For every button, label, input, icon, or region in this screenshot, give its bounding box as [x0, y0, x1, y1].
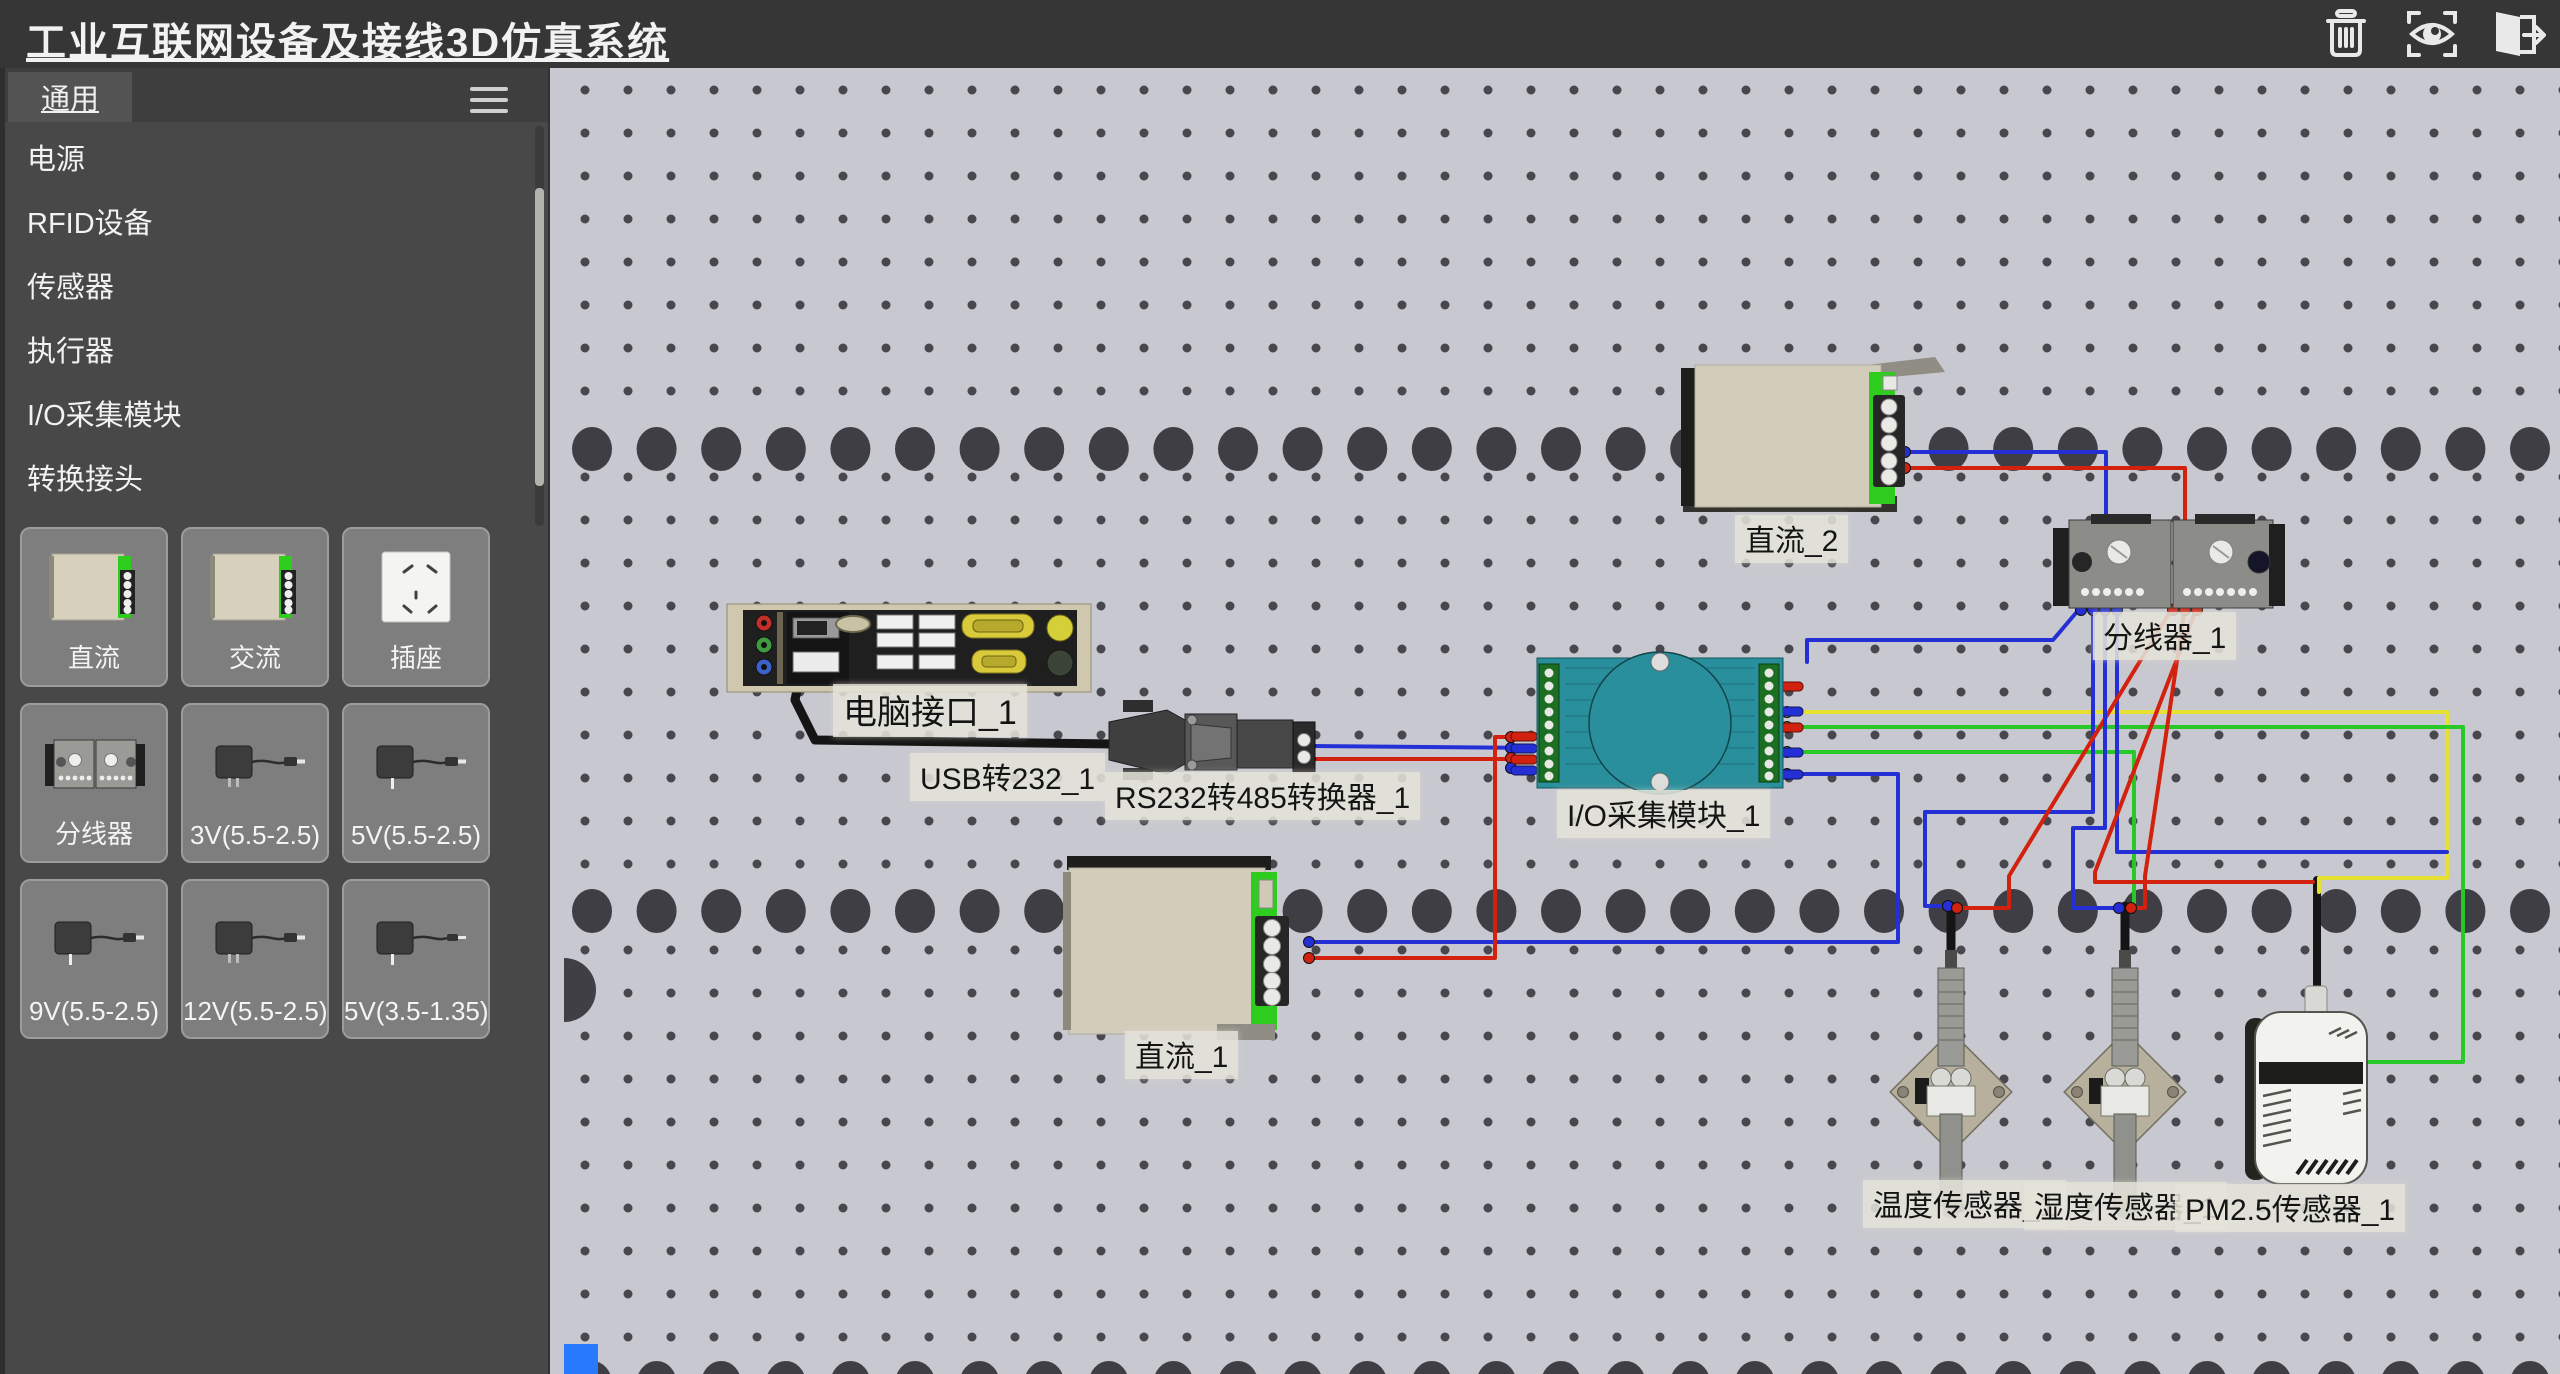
audio-jacks [756, 615, 772, 675]
app-window: 工业互联网设备及接线3D仿真系统 [0, 0, 2560, 1374]
component-card-3v[interactable]: 3V(5.5-2.5) [181, 703, 329, 863]
device-rs232-485-converter[interactable] [1109, 700, 1315, 780]
round-connector [1047, 650, 1073, 676]
connector-red[interactable] [1304, 953, 1315, 964]
device-label-rs485: RS232转485转换器_1 [1105, 772, 1420, 820]
adapter-icon [22, 891, 166, 991]
device-label-dc1: 直流_1 [1125, 1031, 1238, 1079]
connector-red[interactable] [2126, 903, 2137, 914]
adapter-icon [344, 891, 488, 991]
device-label-dc2: 直流_2 [1735, 515, 1848, 563]
component-grid: 直流 交流 [20, 527, 540, 1039]
device-dc1[interactable] [1063, 856, 1289, 1040]
component-label: 直流 [22, 638, 166, 675]
adapter-icon [183, 891, 327, 991]
adapter-icon [183, 715, 327, 815]
sidebar-scrollbar[interactable] [535, 126, 544, 526]
component-label: 交流 [183, 638, 327, 675]
sidebar-collapse-handle[interactable] [564, 958, 596, 1022]
wire-temp-wire-blue[interactable] [1925, 607, 2093, 906]
top-bar: 工业互联网设备及接线3D仿真系统 [0, 0, 2560, 68]
tab-general[interactable]: 通用 [8, 72, 132, 122]
connector-blue[interactable] [2114, 903, 2125, 914]
trash-icon [2320, 8, 2372, 60]
component-label: 9V(5.5-2.5) [22, 996, 166, 1027]
delete-button[interactable] [2318, 6, 2374, 62]
category-rfid[interactable]: RFID设备 [5, 192, 548, 256]
exit-button[interactable] [2490, 6, 2546, 62]
wire-splitter-feed-blue[interactable] [1807, 607, 2081, 662]
menu-icon[interactable] [470, 80, 508, 110]
device-label-usb232: USB转232_1 [910, 753, 1105, 801]
connector-red[interactable] [1952, 903, 1963, 914]
usb-plug [797, 621, 827, 635]
psu-icon [183, 539, 327, 639]
category-sensor[interactable]: 传感器 [5, 256, 548, 320]
category-io-module[interactable]: I/O采集模块 [5, 384, 548, 448]
category-list: 电源 RFID设备 传感器 执行器 I/O采集模块 转换接头 [5, 128, 548, 512]
category-power[interactable]: 电源 [5, 128, 548, 192]
exit-door-icon [2490, 8, 2546, 60]
usb-port [793, 652, 839, 672]
component-card-12v[interactable]: 12V(5.5-2.5) [181, 879, 329, 1039]
component-card-5v[interactable]: 5V(5.5-2.5) [342, 703, 490, 863]
device-splitter[interactable] [2053, 514, 2285, 608]
device-temp-sensor[interactable] [1890, 950, 2012, 1218]
component-sidebar: 通用 电源 RFID设备 传感器 执行器 I/O采集模块 转换接头 [0, 68, 550, 1374]
component-card-dc[interactable]: 直流 [20, 527, 168, 687]
device-dc2[interactable] [1681, 357, 1945, 512]
device-label-pm25: PM2.5传感器_1 [2175, 1184, 2405, 1232]
view-button[interactable] [2404, 6, 2460, 62]
scrollbar-thumb[interactable] [535, 188, 544, 486]
app-title: 工业互联网设备及接线3D仿真系统 [26, 10, 669, 68]
device-pm25-sensor[interactable] [2245, 986, 2367, 1184]
connector-blue[interactable] [1304, 937, 1315, 948]
adapter-icon [344, 715, 488, 815]
component-label: 12V(5.5-2.5) [183, 996, 327, 1027]
device-label-pc: 电脑接口_1 [833, 684, 1027, 737]
sidebar-tab-row: 通用 [5, 68, 548, 122]
splitter-icon [22, 715, 166, 815]
eye-icon [2405, 8, 2459, 60]
socket-icon [344, 539, 488, 639]
component-label: 5V(5.5-2.5) [344, 820, 488, 851]
round-connector [1047, 615, 1073, 641]
device-label-io: I/O采集模块_1 [1557, 790, 1770, 838]
component-card-splitter[interactable]: 分线器 [20, 703, 168, 863]
category-adapter[interactable]: 转换接头 [5, 448, 548, 512]
component-card-ac[interactable]: 交流 [181, 527, 329, 687]
component-card-socket[interactable]: 插座 [342, 527, 490, 687]
component-label: 3V(5.5-2.5) [183, 820, 327, 851]
category-actuator[interactable]: 执行器 [5, 320, 548, 384]
device-label-splitter: 分线器_1 [2093, 612, 2236, 660]
component-label: 5V(3.5-1.35) [344, 996, 488, 1027]
simulation-canvas[interactable]: 直流_2 电脑接口_1 USB转232_1 RS232转485转换器_1 I/O… [557, 68, 2560, 1374]
component-label: 插座 [344, 638, 488, 675]
device-humidity-sensor[interactable] [2064, 950, 2186, 1218]
canvas-corner-blue-badge[interactable] [564, 1344, 598, 1374]
device-pc-interface[interactable] [727, 604, 1091, 692]
component-card-5v-small[interactable]: 5V(3.5-1.35) [342, 879, 490, 1039]
component-card-9v[interactable]: 9V(5.5-2.5) [20, 879, 168, 1039]
device-io-module[interactable] [1511, 652, 1803, 794]
psu-icon [22, 539, 166, 639]
toolbar [2318, 6, 2546, 62]
component-label: 分线器 [22, 814, 166, 851]
